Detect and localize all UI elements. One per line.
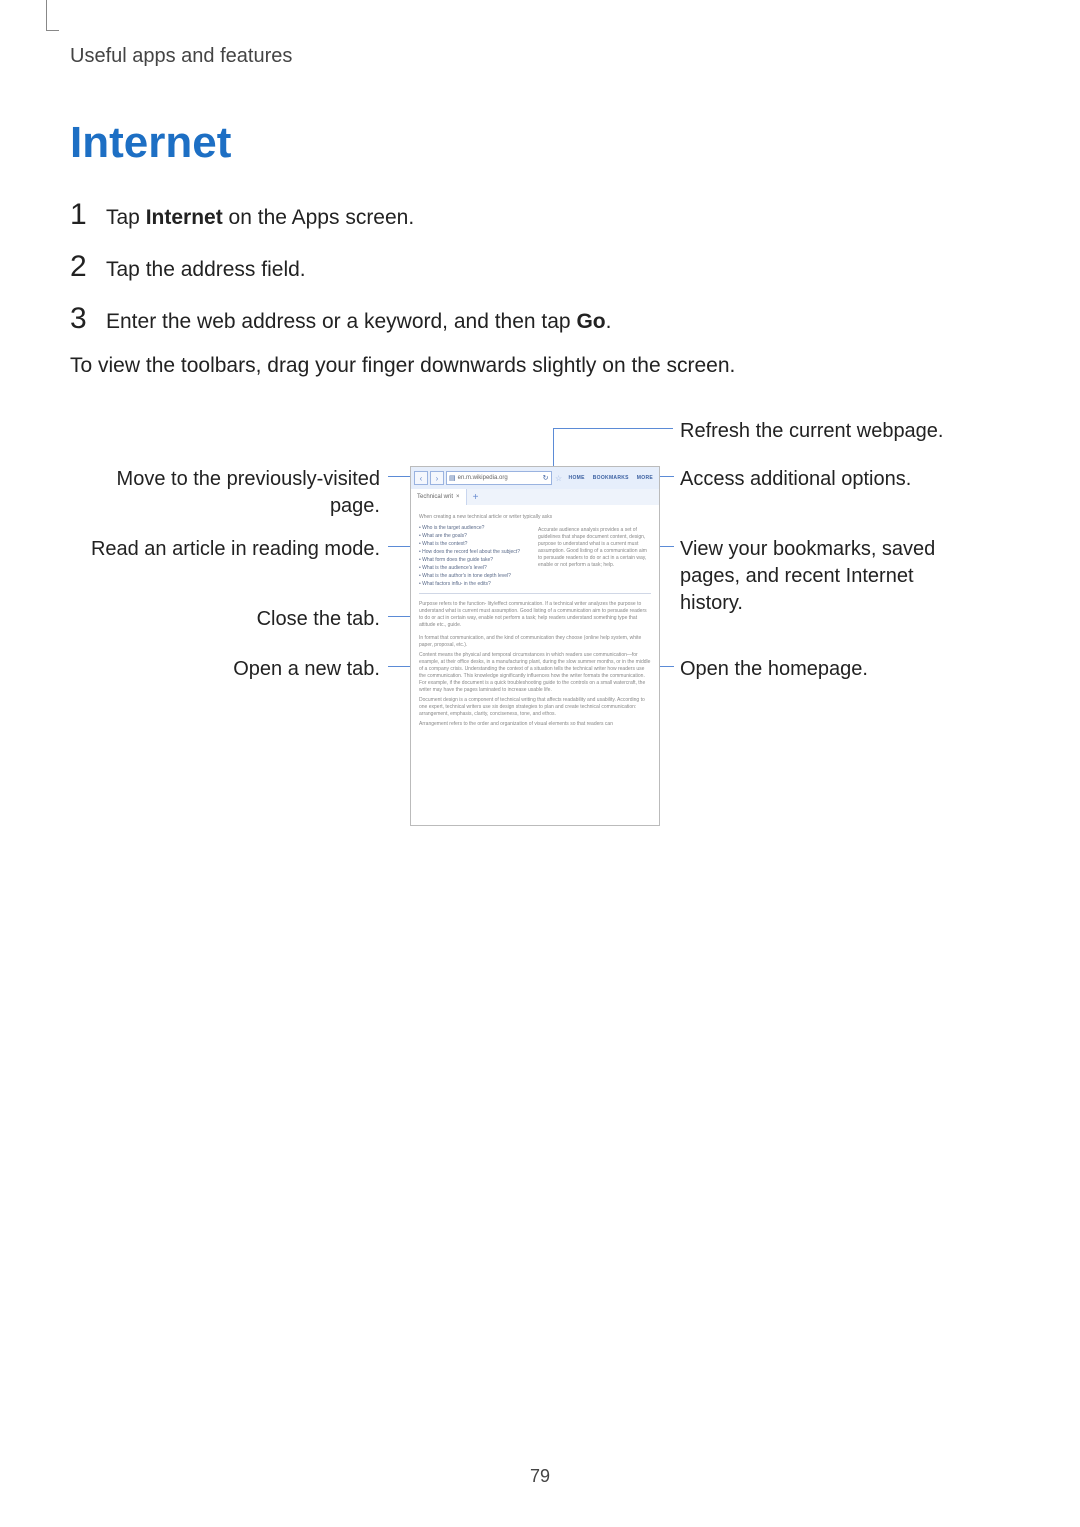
toolbar-bookmarks[interactable]: BOOKMARKS	[590, 475, 632, 481]
url-text: en.m.wikipedia.org	[458, 475, 508, 481]
paragraph: Content means the physical and temporal …	[419, 652, 651, 694]
label-close-tab: Close the tab.	[80, 606, 380, 633]
label-bookmarks: View your bookmarks, saved pages, and re…	[680, 536, 980, 617]
bullet: What is the audience's level?	[419, 565, 532, 572]
bullet: What is the context?	[419, 541, 532, 548]
callout-line	[553, 428, 673, 429]
callout-line	[388, 616, 412, 617]
tab[interactable]: Technical writ ×	[411, 489, 467, 505]
paragraph: In format that communication, and the ki…	[419, 635, 651, 649]
label-prev-page: Move to the previously-visited page.	[80, 466, 380, 520]
toolbar-more[interactable]: MORE	[634, 475, 656, 481]
reader-icon[interactable]: ▤	[449, 474, 456, 482]
back-button[interactable]: ‹	[414, 471, 428, 485]
new-tab-button[interactable]: +	[467, 489, 485, 505]
col-text: Purpose refers to the function- lity/eff…	[419, 601, 651, 629]
label-homepage: Open the homepage.	[680, 656, 980, 683]
page-content: When creating a new technical article or…	[411, 505, 659, 737]
corner-tick	[46, 0, 59, 31]
callout-line	[388, 546, 412, 547]
step-number: 2	[70, 250, 106, 284]
tab-close-icon[interactable]: ×	[456, 494, 460, 500]
toolbar-home[interactable]: HOME	[566, 475, 588, 481]
browser-toolbar: ‹ › ▤ en.m.wikipedia.org ↻ ☆ HOME BOOKMA…	[411, 467, 659, 489]
browser-mock: ‹ › ▤ en.m.wikipedia.org ↻ ☆ HOME BOOKMA…	[410, 466, 660, 826]
step-number: 1	[70, 198, 106, 232]
paragraph: Document design is a component of techni…	[419, 697, 651, 718]
step-3: 3 Enter the web address or a keyword, an…	[70, 302, 1010, 336]
page-title: Internet	[70, 118, 1010, 168]
page-number: 79	[0, 1466, 1080, 1487]
side-text: Accurate audience analysis provides a se…	[538, 527, 651, 569]
bookmark-star-icon[interactable]: ☆	[554, 474, 564, 483]
breadcrumb: Useful apps and features	[70, 45, 1010, 68]
page: Useful apps and features Internet 1 Tap …	[0, 0, 1080, 1527]
address-bar[interactable]: ▤ en.m.wikipedia.org ↻	[446, 471, 552, 485]
intro-line: When creating a new technical article or…	[419, 514, 651, 521]
steps-list: 1 Tap Internet on the Apps screen. 2 Tap…	[70, 198, 1010, 336]
paragraph: Arrangement refers to the order and orga…	[419, 721, 651, 728]
bullet: What form does the guide take?	[419, 557, 532, 564]
tab-label: Technical writ	[417, 494, 453, 500]
step-number: 3	[70, 302, 106, 336]
step-text: Enter the web address or a keyword, and …	[106, 310, 1010, 334]
bullet: Who is the target audience?	[419, 525, 532, 532]
bullet: What are the goals?	[419, 533, 532, 540]
label-refresh: Refresh the current webpage.	[680, 418, 980, 445]
bullet: What factors influ- in the edits?	[419, 581, 532, 588]
label-new-tab: Open a new tab.	[80, 656, 380, 683]
step-2: 2 Tap the address field.	[70, 250, 1010, 284]
tab-bar: Technical writ × +	[411, 489, 659, 505]
step-1: 1 Tap Internet on the Apps screen.	[70, 198, 1010, 232]
step-text: Tap the address field.	[106, 258, 1010, 282]
label-options: Access additional options.	[680, 466, 980, 493]
divider	[419, 593, 651, 594]
forward-button[interactable]: ›	[430, 471, 444, 485]
note-text: To view the toolbars, drag your finger d…	[70, 354, 1010, 378]
label-reading-mode: Read an article in reading mode.	[80, 536, 380, 563]
callout-diagram: Refresh the current webpage. Move to the…	[70, 418, 1010, 838]
bullet: How does the record feel about the subje…	[419, 549, 532, 556]
step-text: Tap Internet on the Apps screen.	[106, 206, 1010, 230]
bullet: What is the author's in tone depth level…	[419, 573, 532, 580]
refresh-icon[interactable]: ↻	[543, 474, 549, 482]
